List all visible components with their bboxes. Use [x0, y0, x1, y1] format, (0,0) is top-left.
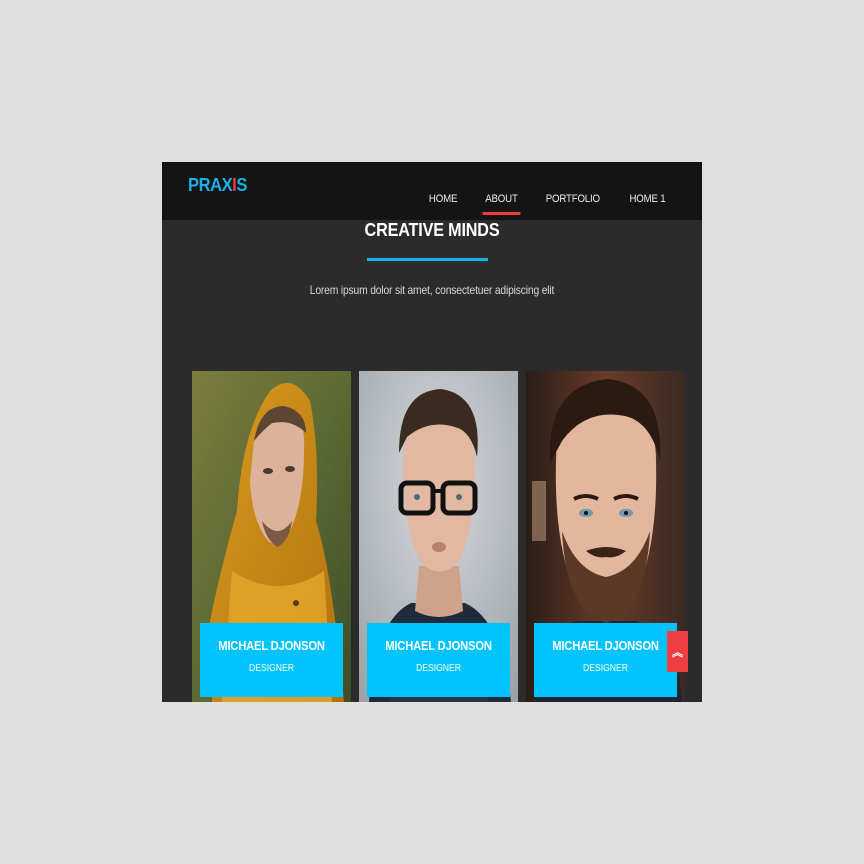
section-subtitle: Lorem ipsum dolor sit amet, consectetuer…: [309, 283, 555, 297]
team-card[interactable]: MICHAEL DJONSON DESIGNER: [192, 371, 351, 702]
section-title: CREATIVE MINDS: [364, 220, 500, 240]
title-underline: [367, 258, 488, 261]
team-card-info: MICHAEL DJONSON DESIGNER: [200, 623, 343, 697]
team-card[interactable]: MICHAEL DJONSON DESIGNER: [359, 371, 518, 702]
logo-text: PRAX: [188, 175, 233, 195]
logo[interactable]: PRAXIS: [188, 175, 247, 196]
team-grid: MICHAEL DJONSON DESIGNER MICHAEL DJONSON…: [192, 371, 685, 702]
page-viewport: PRAXIS HOME ABOUT PORTFOLIO HOME 1 CREAT…: [162, 162, 702, 702]
team-member-role: DESIGNER: [249, 663, 294, 674]
team-card-info: MICHAEL DJONSON DESIGNER: [534, 623, 677, 697]
team-member-name: MICHAEL DJONSON: [552, 638, 659, 653]
logo-text-end: S: [236, 175, 247, 195]
nav-item-home[interactable]: HOME: [429, 193, 458, 205]
scroll-to-top-button[interactable]: ︽: [667, 631, 688, 672]
team-member-name: MICHAEL DJONSON: [218, 638, 325, 653]
nav-item-portfolio[interactable]: PORTFOLIO: [546, 193, 600, 205]
nav-item-about[interactable]: ABOUT: [482, 193, 520, 215]
team-card[interactable]: MICHAEL DJONSON DESIGNER: [526, 371, 685, 702]
team-member-role: DESIGNER: [583, 663, 628, 674]
team-member-role: DESIGNER: [416, 663, 461, 674]
navbar: PRAXIS HOME ABOUT PORTFOLIO HOME 1: [162, 162, 702, 220]
team-member-name: MICHAEL DJONSON: [385, 638, 492, 653]
nav-item-home-1[interactable]: HOME 1: [629, 193, 665, 205]
main-nav: HOME ABOUT PORTFOLIO HOME 1: [427, 193, 668, 215]
team-card-info: MICHAEL DJONSON DESIGNER: [367, 623, 510, 697]
double-chevron-up-icon: ︽: [672, 646, 683, 659]
